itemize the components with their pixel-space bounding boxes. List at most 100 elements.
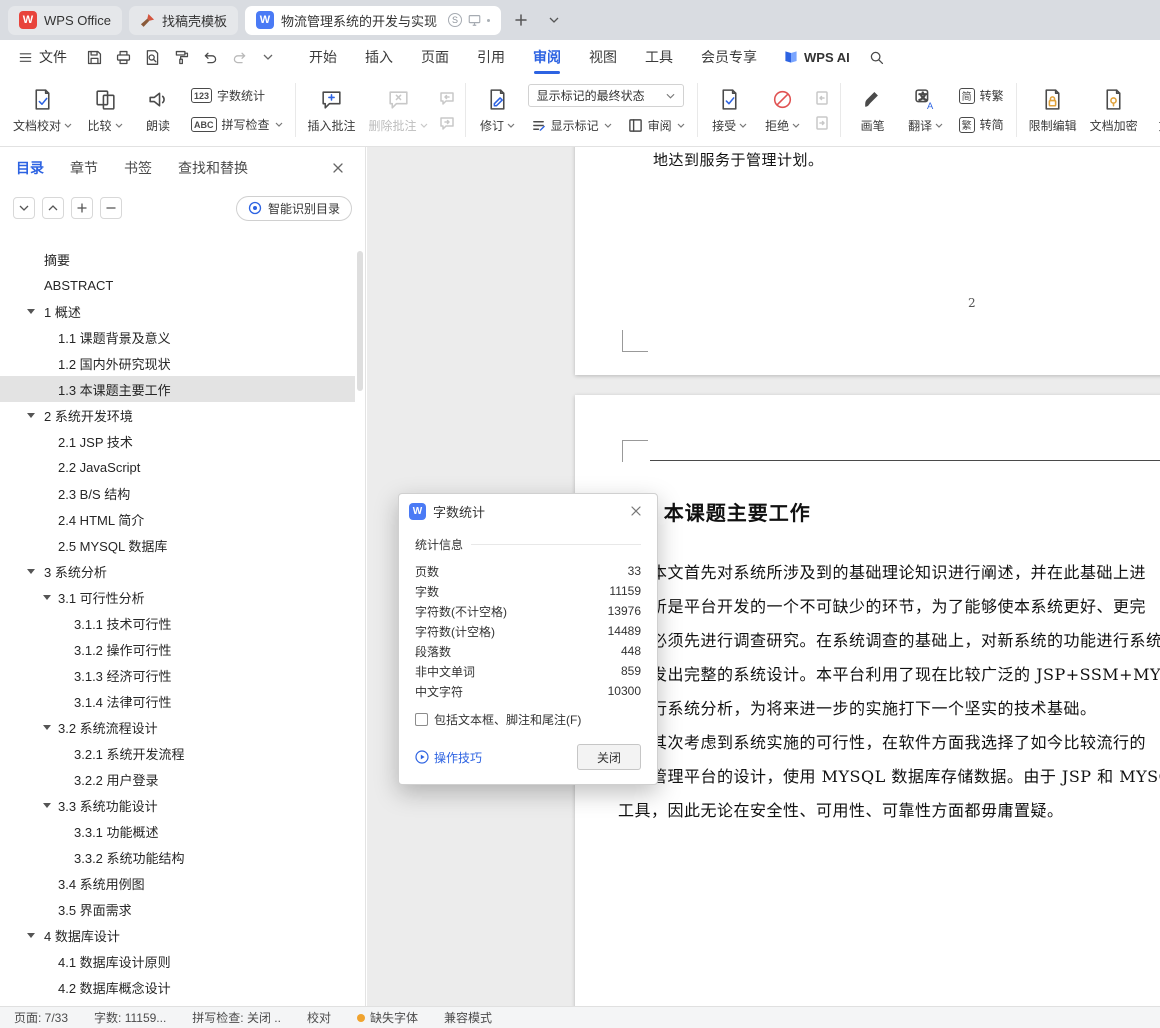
- insert-comment-button[interactable]: 插入批注: [303, 78, 361, 142]
- delete-comment-button[interactable]: 删除批注: [364, 78, 433, 142]
- include-footnotes-option[interactable]: 包括文本框、脚注和尾注(F): [415, 711, 641, 728]
- menu-tab[interactable]: 页面: [407, 40, 463, 74]
- previous-change-button[interactable]: [813, 89, 831, 107]
- menu-tab[interactable]: 插入: [351, 40, 407, 74]
- toc-item[interactable]: 3.3.1 功能概述: [0, 818, 355, 844]
- collapse-arrow-icon[interactable]: [43, 803, 51, 808]
- zoom-out-level-button[interactable]: [100, 197, 122, 219]
- sidebar-scrollbar[interactable]: [357, 251, 363, 391]
- missing-font-indicator[interactable]: 缺失字体: [356, 1009, 418, 1026]
- sidebar-tab-find-replace[interactable]: 查找和替换: [178, 158, 248, 178]
- more-quick-tools-button[interactable]: [255, 44, 281, 70]
- close-button[interactable]: 关闭: [577, 744, 641, 770]
- dialog-title-bar[interactable]: W 字数统计: [399, 494, 657, 528]
- sidebar-tab-bookmarks[interactable]: 书签: [124, 158, 152, 178]
- toc-item[interactable]: 2.2 JavaScript: [0, 454, 355, 480]
- collapse-arrow-icon[interactable]: [43, 725, 51, 730]
- toc-item[interactable]: 2.1 JSP 技术: [0, 428, 355, 454]
- undo-button[interactable]: [197, 44, 223, 70]
- file-menu-button[interactable]: 文件: [10, 44, 75, 70]
- collapse-arrow-icon[interactable]: [43, 595, 51, 600]
- menu-tab[interactable]: 开始: [295, 40, 351, 74]
- toc-item[interactable]: 3.2.1 系统开发流程: [0, 740, 355, 766]
- checkbox-unchecked[interactable]: [415, 713, 428, 726]
- tab-document[interactable]: W 物流管理系统的开发与实现 S: [244, 5, 501, 35]
- document-permission-button-clipped[interactable]: 文档: [1146, 78, 1160, 142]
- menu-tab[interactable]: 会员专享: [687, 40, 771, 74]
- menu-tab[interactable]: 工具: [631, 40, 687, 74]
- toc-item[interactable]: 3.2.2 用户登录: [0, 766, 355, 792]
- encrypt-document-button[interactable]: 文档加密: [1085, 78, 1143, 142]
- new-tab-button[interactable]: [508, 7, 534, 33]
- toc-item[interactable]: 摘要: [0, 246, 355, 272]
- save-button[interactable]: [81, 44, 107, 70]
- toc-item[interactable]: 2.3 B/S 结构: [0, 480, 355, 506]
- dialog-close-button[interactable]: [625, 500, 647, 522]
- word-count-indicator[interactable]: 字数: 11159...: [94, 1009, 166, 1026]
- menu-tab[interactable]: 引用: [463, 40, 519, 74]
- collapse-arrow-icon[interactable]: [27, 413, 35, 418]
- collapse-arrow-icon[interactable]: [27, 569, 35, 574]
- next-change-button[interactable]: [813, 114, 831, 132]
- show-markup-button[interactable]: 显示标记: [528, 114, 615, 136]
- toc-item[interactable]: 3.1.4 法律可行性: [0, 688, 355, 714]
- toc-item[interactable]: 1.3 本课题主要工作: [0, 376, 355, 402]
- compare-button[interactable]: 比较: [80, 78, 130, 142]
- tab-list-button[interactable]: [541, 7, 567, 33]
- sidebar-tab-contents[interactable]: 目录: [16, 158, 44, 178]
- to-simplified-button[interactable]: 繁 转简: [956, 114, 1007, 136]
- ink-pen-button[interactable]: 画笔: [848, 78, 898, 142]
- toc-item[interactable]: 3.1.1 技术可行性: [0, 610, 355, 636]
- toc-item[interactable]: 3.1.3 经济可行性: [0, 662, 355, 688]
- sidebar-tab-chapters[interactable]: 章节: [70, 158, 98, 178]
- proofread-indicator[interactable]: 校对: [307, 1009, 331, 1026]
- toc-item[interactable]: 3.1 可行性分析: [0, 584, 355, 610]
- menu-tab[interactable]: 视图: [575, 40, 631, 74]
- toc-item[interactable]: 2.5 MYSQL 数据库: [0, 532, 355, 558]
- collapse-arrow-icon[interactable]: [27, 933, 35, 938]
- tab-template-store[interactable]: 找稿壳模板: [128, 5, 238, 35]
- toc-item[interactable]: ABSTRACT: [0, 272, 355, 298]
- tab-wps-office[interactable]: W WPS Office: [8, 5, 122, 35]
- toc-item[interactable]: 3.5 界面需求: [0, 896, 355, 922]
- reject-change-button[interactable]: 拒绝: [758, 78, 808, 142]
- toc-item[interactable]: 3.3 系统功能设计: [0, 792, 355, 818]
- zoom-in-level-button[interactable]: [71, 197, 93, 219]
- redo-button[interactable]: [226, 44, 252, 70]
- spell-check-button[interactable]: ABC 拼写检查: [188, 114, 286, 136]
- document-page-3[interactable]: 1.3 本课题主要工作 本文首先对系统所涉及到的基础理论知识进行阐述，并在此基础…: [575, 395, 1160, 1006]
- collapse-arrow-icon[interactable]: [27, 309, 35, 314]
- toc-item[interactable]: 1 概述: [0, 298, 355, 324]
- document-page-2[interactable]: [575, 147, 1160, 375]
- toc-item[interactable]: 3 系统分析: [0, 558, 355, 584]
- toc-item[interactable]: 4.2 数据库概念设计: [0, 974, 355, 1000]
- track-changes-button[interactable]: 修订: [473, 78, 523, 142]
- spell-check-indicator[interactable]: 拼写检查: 关闭 ..: [192, 1009, 281, 1026]
- toc-item[interactable]: 3.3.2 系统功能结构: [0, 844, 355, 870]
- print-button[interactable]: [110, 44, 136, 70]
- previous-comment-button[interactable]: [438, 89, 456, 107]
- markup-state-select[interactable]: 显示标记的最终状态: [527, 84, 684, 107]
- print-preview-button[interactable]: [139, 44, 165, 70]
- toc-item[interactable]: 1.1 课题背景及意义: [0, 324, 355, 350]
- toc-item[interactable]: 3.2 系统流程设计: [0, 714, 355, 740]
- toc-item[interactable]: 2.4 HTML 简介: [0, 506, 355, 532]
- compatibility-mode-indicator[interactable]: 兼容模式: [444, 1009, 492, 1026]
- smart-toc-button[interactable]: 智能识别目录: [235, 195, 352, 221]
- toc-item[interactable]: 4 数据库设计: [0, 922, 355, 948]
- to-traditional-button[interactable]: 简 转繁: [956, 85, 1007, 107]
- restrict-editing-button[interactable]: 限制编辑: [1024, 78, 1082, 142]
- toc-item[interactable]: 3.4 系统用例图: [0, 870, 355, 896]
- toc-item[interactable]: 4.1 数据库设计原则: [0, 948, 355, 974]
- expand-all-button[interactable]: [13, 197, 35, 219]
- read-aloud-button[interactable]: 朗读: [133, 78, 183, 142]
- proofread-button[interactable]: 文档校对: [8, 78, 77, 142]
- accept-change-button[interactable]: 接受: [705, 78, 755, 142]
- search-button[interactable]: [864, 44, 890, 70]
- word-count-button[interactable]: 123 字数统计: [188, 85, 286, 107]
- toc-item[interactable]: 1.2 国内外研究现状: [0, 350, 355, 376]
- collapse-all-button[interactable]: [42, 197, 64, 219]
- next-comment-button[interactable]: [438, 114, 456, 132]
- page-indicator[interactable]: 页面: 7/33: [14, 1009, 68, 1026]
- wps-ai-button[interactable]: WPS AI: [783, 49, 850, 65]
